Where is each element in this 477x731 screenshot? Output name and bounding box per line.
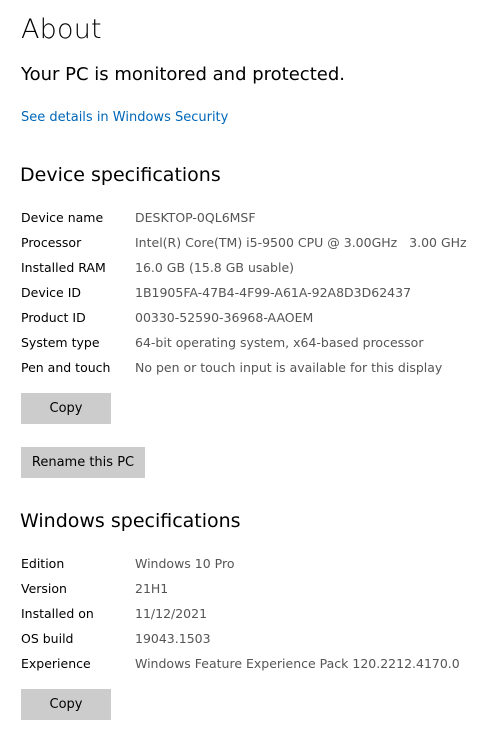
spec-value: 64-bit operating system, x64-based proce… [135, 335, 424, 350]
spec-row-version: Version 21H1 [21, 581, 471, 601]
spec-value: 21H1 [135, 581, 169, 596]
copy-windows-specs-button[interactable]: Copy [21, 689, 111, 720]
spec-label: Product ID [21, 310, 86, 325]
spec-value: 19043.1503 [135, 631, 211, 646]
spec-row-edition: Edition Windows 10 Pro [21, 556, 471, 576]
spec-row-os-build: OS build 19043.1503 [21, 631, 471, 651]
spec-label: Device name [21, 210, 104, 225]
spec-row-product-id: Product ID 00330-52590-36968-AAOEM [21, 310, 471, 330]
security-status-text: Your PC is monitored and protected. [21, 64, 345, 85]
spec-label: OS build [21, 631, 74, 646]
spec-row-system-type: System type 64-bit operating system, x64… [21, 335, 471, 355]
spec-label: Installed on [21, 606, 94, 621]
spec-row-installed-ram: Installed RAM 16.0 GB (15.8 GB usable) [21, 260, 471, 280]
spec-row-device-name: Device name DESKTOP-0QL6MSF [21, 210, 471, 230]
windows-security-link[interactable]: See details in Windows Security [21, 110, 228, 125]
spec-value: 00330-52590-36968-AAOEM [135, 310, 314, 325]
spec-value: DESKTOP-0QL6MSF [135, 210, 256, 225]
spec-label: Pen and touch [21, 360, 111, 375]
spec-label: System type [21, 335, 100, 350]
spec-value: 11/12/2021 [135, 606, 208, 621]
device-specifications-heading: Device specifications [20, 164, 221, 186]
spec-label: Installed RAM [21, 260, 106, 275]
spec-label: Version [21, 581, 67, 596]
spec-row-processor: Processor Intel(R) Core(TM) i5-9500 CPU … [21, 235, 471, 255]
spec-value: No pen or touch input is available for t… [135, 360, 443, 375]
spec-value: 1B1905FA-47B4-4F99-A61A-92A8D3D62437 [135, 285, 412, 300]
spec-value: Windows Feature Experience Pack 120.2212… [135, 656, 460, 671]
page-title: About [21, 14, 102, 45]
spec-row-experience: Experience Windows Feature Experience Pa… [21, 656, 471, 676]
spec-row-pen-and-touch: Pen and touch No pen or touch input is a… [21, 360, 471, 380]
windows-specifications-heading: Windows specifications [20, 510, 241, 532]
copy-device-specs-button[interactable]: Copy [21, 393, 111, 424]
spec-value: Windows 10 Pro [135, 556, 235, 571]
spec-label: Device ID [21, 285, 82, 300]
spec-value: Intel(R) Core(TM) i5-9500 CPU @ 3.00GHz … [135, 235, 467, 250]
rename-pc-button[interactable]: Rename this PC [21, 447, 145, 478]
spec-value: 16.0 GB (15.8 GB usable) [135, 260, 295, 275]
spec-row-device-id: Device ID 1B1905FA-47B4-4F99-A61A-92A8D3… [21, 285, 471, 305]
spec-label: Processor [21, 235, 82, 250]
spec-label: Edition [21, 556, 65, 571]
spec-label: Experience [21, 656, 91, 671]
spec-row-installed-on: Installed on 11/12/2021 [21, 606, 471, 626]
about-page: About Your PC is monitored and protected… [0, 0, 477, 731]
